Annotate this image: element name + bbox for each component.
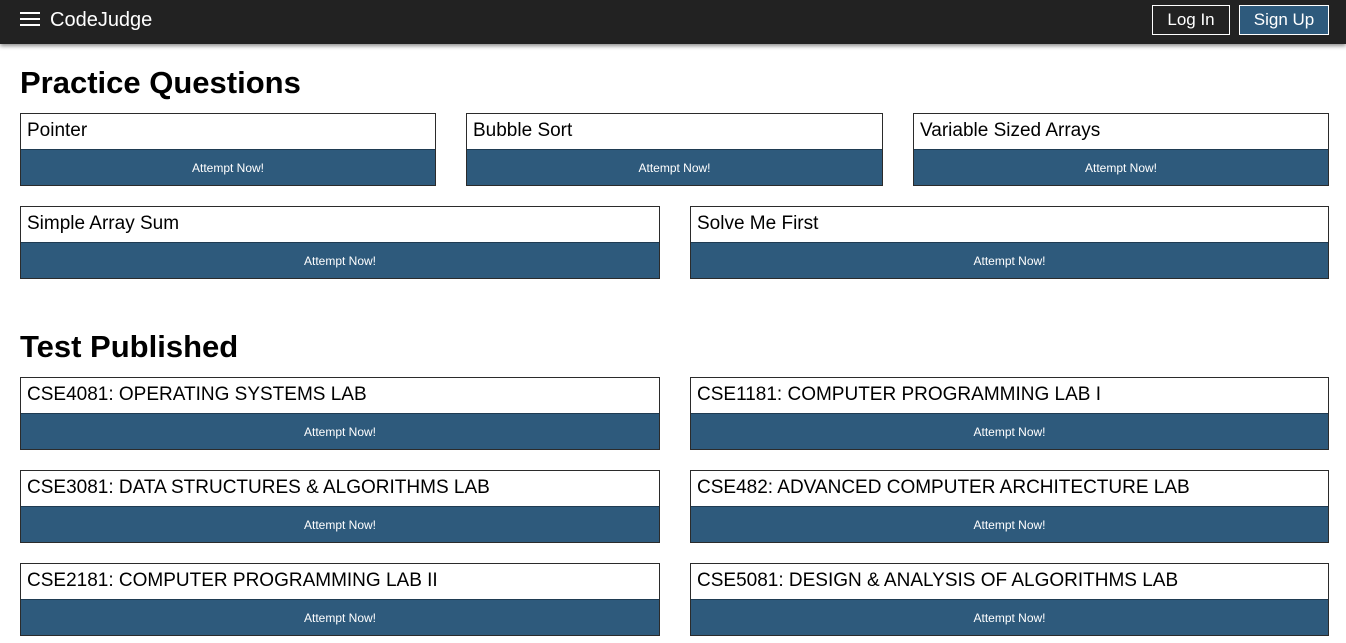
test-card-cse1181: CSE1181: COMPUTER PROGRAMMING LAB I Atte…	[690, 377, 1329, 450]
card-title: Simple Array Sum	[27, 213, 180, 234]
card-title: Solve Me First	[697, 213, 819, 234]
brand-logo[interactable]: CodeJudge	[50, 8, 152, 32]
practice-card-variable-sized-arrays: Variable Sized Arrays Attempt Now!	[913, 113, 1329, 186]
practice-card-simple-array-sum: Simple Array Sum Attempt Now!	[20, 206, 660, 279]
top-navbar: CodeJudge Log In Sign Up	[0, 0, 1346, 44]
test-card-cse4081: CSE4081: OPERATING SYSTEMS LAB Attempt N…	[20, 377, 660, 450]
login-button[interactable]: Log In	[1152, 5, 1230, 35]
attempt-now-button[interactable]: Attempt Now!	[21, 599, 659, 635]
card-title: CSE4081: OPERATING SYSTEMS LAB	[27, 384, 367, 405]
card-title: CSE5081: DESIGN & ANALYSIS OF ALGORITHMS…	[697, 570, 1179, 591]
test-card-cse2181: CSE2181: COMPUTER PROGRAMMING LAB II Att…	[20, 563, 660, 636]
attempt-now-button[interactable]: Attempt Now!	[914, 149, 1328, 185]
attempt-now-button[interactable]: Attempt Now!	[691, 506, 1328, 542]
practice-section-title: Practice Questions	[20, 65, 301, 100]
attempt-now-button[interactable]: Attempt Now!	[21, 413, 659, 449]
test-card-cse5081: CSE5081: DESIGN & ANALYSIS OF ALGORITHMS…	[690, 563, 1329, 636]
tests-section-title: Test Published	[20, 329, 239, 364]
card-title: CSE482: ADVANCED COMPUTER ARCHITECTURE L…	[697, 477, 1190, 498]
attempt-now-button[interactable]: Attempt Now!	[21, 149, 435, 185]
practice-card-bubble-sort: Bubble Sort Attempt Now!	[466, 113, 883, 186]
signup-button[interactable]: Sign Up	[1239, 5, 1329, 35]
card-title: CSE2181: COMPUTER PROGRAMMING LAB II	[27, 570, 438, 591]
attempt-now-button[interactable]: Attempt Now!	[691, 413, 1328, 449]
menu-icon[interactable]	[20, 12, 40, 27]
practice-card-solve-me-first: Solve Me First Attempt Now!	[690, 206, 1329, 279]
attempt-now-button[interactable]: Attempt Now!	[691, 599, 1328, 635]
card-title: Variable Sized Arrays	[920, 120, 1101, 141]
card-title: Pointer	[27, 120, 88, 141]
attempt-now-button[interactable]: Attempt Now!	[21, 242, 659, 278]
card-title: CSE1181: COMPUTER PROGRAMMING LAB I	[697, 384, 1102, 405]
attempt-now-button[interactable]: Attempt Now!	[21, 506, 659, 542]
test-card-cse482: CSE482: ADVANCED COMPUTER ARCHITECTURE L…	[690, 470, 1329, 543]
card-title: Bubble Sort	[473, 120, 573, 141]
practice-card-pointer: Pointer Attempt Now!	[20, 113, 436, 186]
test-card-cse3081: CSE3081: DATA STRUCTURES & ALGORITHMS LA…	[20, 470, 660, 543]
attempt-now-button[interactable]: Attempt Now!	[691, 242, 1328, 278]
card-title: CSE3081: DATA STRUCTURES & ALGORITHMS LA…	[27, 477, 490, 498]
attempt-now-button[interactable]: Attempt Now!	[467, 149, 882, 185]
